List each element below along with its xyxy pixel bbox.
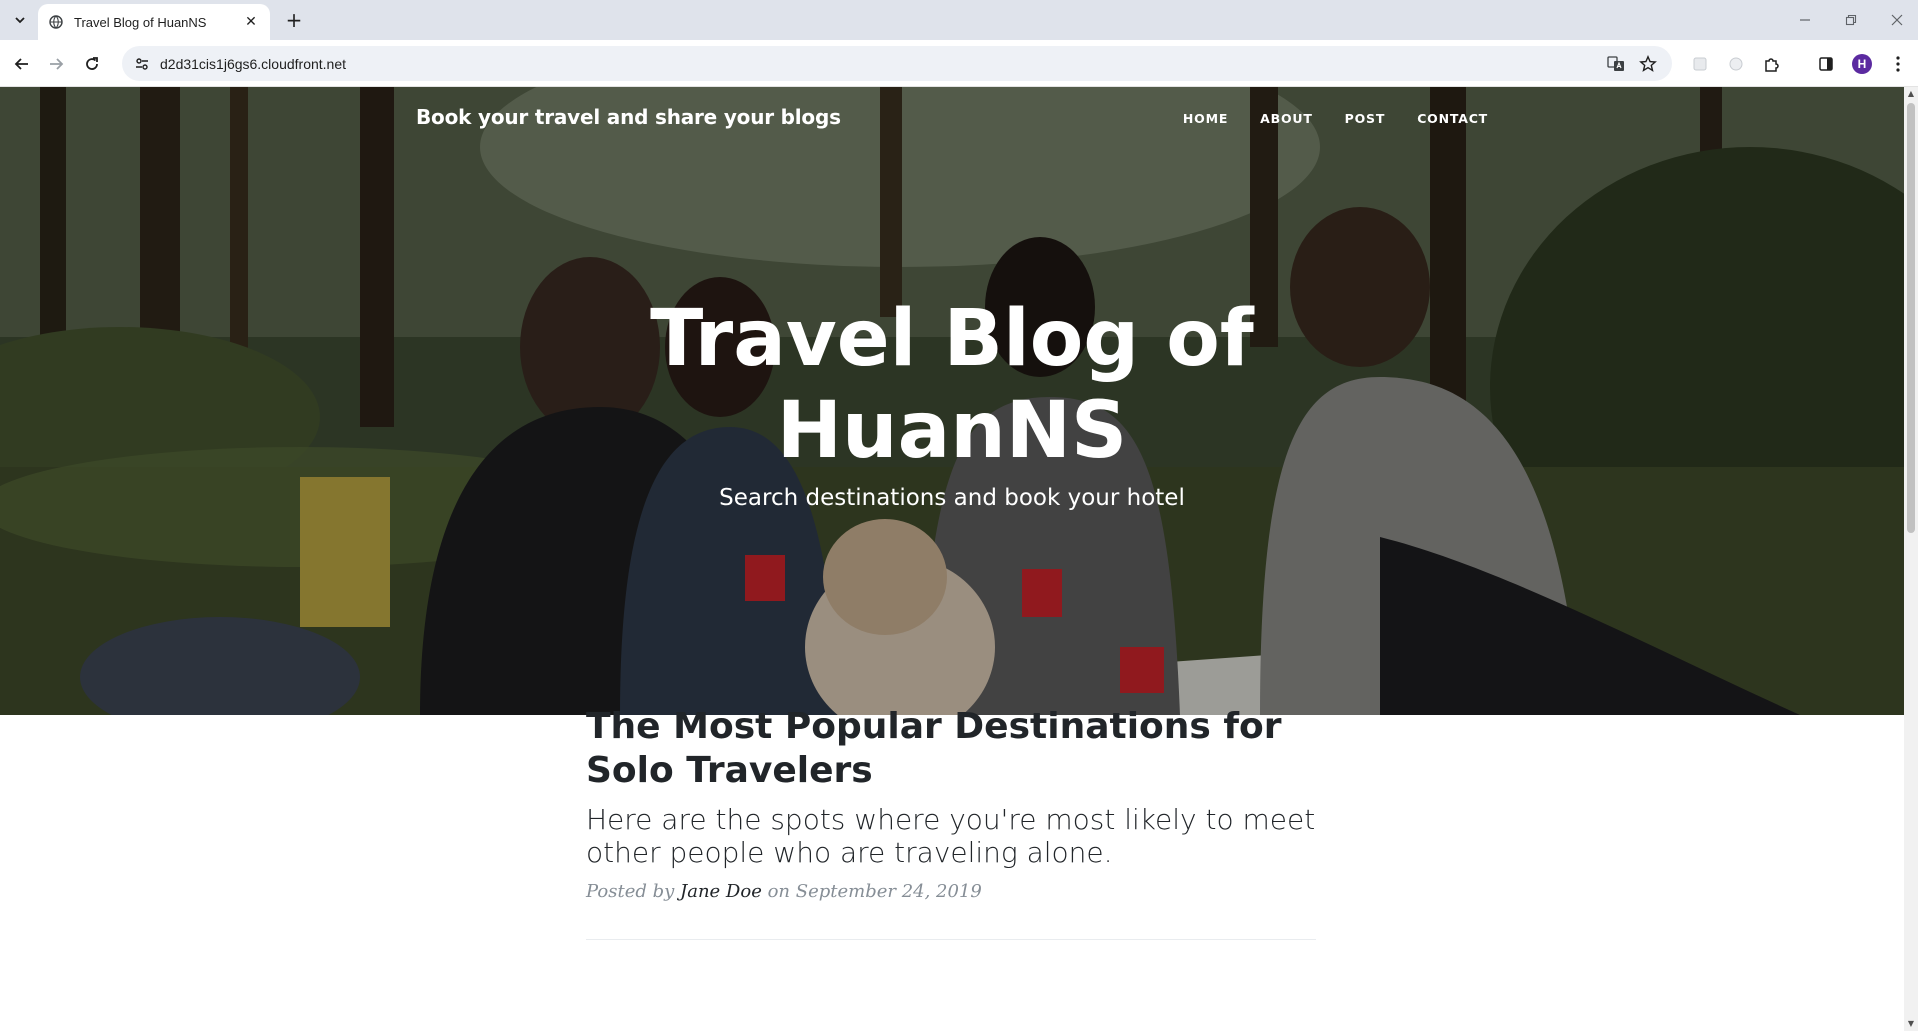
nav-home[interactable]: HOME bbox=[1167, 111, 1244, 126]
menu-icon[interactable] bbox=[1884, 50, 1912, 78]
hero-header: Book your travel and share your blogs HO… bbox=[0, 87, 1904, 715]
page-scrollbar[interactable]: ▲ ▼ bbox=[1904, 87, 1918, 1031]
nav-contact[interactable]: CONTACT bbox=[1401, 111, 1488, 126]
translate-icon[interactable] bbox=[1602, 50, 1630, 78]
extension-puzzle-gray-icon[interactable] bbox=[1686, 50, 1714, 78]
scroll-down-icon[interactable]: ▼ bbox=[1907, 1019, 1915, 1028]
globe-icon bbox=[48, 14, 64, 30]
site-nav: HOME ABOUT POST CONTACT bbox=[1167, 111, 1488, 126]
scroll-up-icon[interactable]: ▲ bbox=[1907, 89, 1915, 98]
post-title[interactable]: The Most Popular Destinations for Solo T… bbox=[586, 705, 1316, 793]
minimize-icon[interactable] bbox=[1790, 8, 1820, 32]
star-icon[interactable] bbox=[1634, 50, 1662, 78]
close-icon[interactable]: ✕ bbox=[242, 14, 260, 30]
tab-list-icon[interactable] bbox=[8, 8, 32, 32]
sidepanel-icon[interactable] bbox=[1812, 50, 1840, 78]
forward-icon[interactable] bbox=[42, 50, 70, 78]
browser-toolbar: d2d31cis1j6gs6.cloudfront.net H bbox=[0, 40, 1918, 87]
post-meta: Posted by Jane Doe on September 24, 2019 bbox=[586, 881, 1316, 902]
address-bar[interactable]: d2d31cis1j6gs6.cloudfront.net bbox=[122, 46, 1672, 81]
avatar: H bbox=[1852, 54, 1872, 74]
post-date: on September 24, 2019 bbox=[767, 881, 982, 902]
browser-tab[interactable]: Travel Blog of HuanNS ✕ bbox=[38, 4, 270, 40]
post-divider bbox=[586, 939, 1316, 940]
back-icon[interactable] bbox=[8, 50, 36, 78]
hero-subtitle: Search destinations and book your hotel bbox=[719, 485, 1185, 511]
browser-tab-bar: Travel Blog of HuanNS ✕ + bbox=[0, 0, 1918, 40]
hero-title-line2: HuanNS bbox=[776, 386, 1128, 476]
post-meta-prefix: Posted by bbox=[586, 881, 675, 902]
post-preview: The Most Popular Destinations for Solo T… bbox=[586, 705, 1316, 902]
hero-title: Travel Blog of HuanNS bbox=[0, 293, 1904, 477]
reload-icon[interactable] bbox=[78, 50, 106, 78]
nav-about[interactable]: ABOUT bbox=[1244, 111, 1329, 126]
url-text: d2d31cis1j6gs6.cloudfront.net bbox=[160, 55, 347, 72]
site-brand[interactable]: Book your travel and share your blogs bbox=[416, 105, 841, 129]
post-author-link[interactable]: Jane Doe bbox=[680, 881, 762, 902]
nav-post[interactable]: POST bbox=[1329, 111, 1402, 126]
hero-title-line1: Travel Blog of bbox=[650, 294, 1254, 384]
extension-icon[interactable] bbox=[1758, 50, 1786, 78]
post-subtitle[interactable]: Here are the spots where you're most lik… bbox=[586, 803, 1316, 869]
restore-icon[interactable] bbox=[1836, 8, 1866, 32]
extension-circle-icon[interactable] bbox=[1722, 50, 1750, 78]
tab-title: Travel Blog of HuanNS bbox=[74, 14, 207, 30]
window-close-icon[interactable] bbox=[1882, 8, 1912, 32]
site-info-icon[interactable] bbox=[128, 50, 156, 78]
profile-avatar[interactable]: H bbox=[1848, 50, 1876, 78]
plus-icon[interactable]: + bbox=[282, 8, 306, 32]
scroll-thumb[interactable] bbox=[1907, 103, 1915, 533]
